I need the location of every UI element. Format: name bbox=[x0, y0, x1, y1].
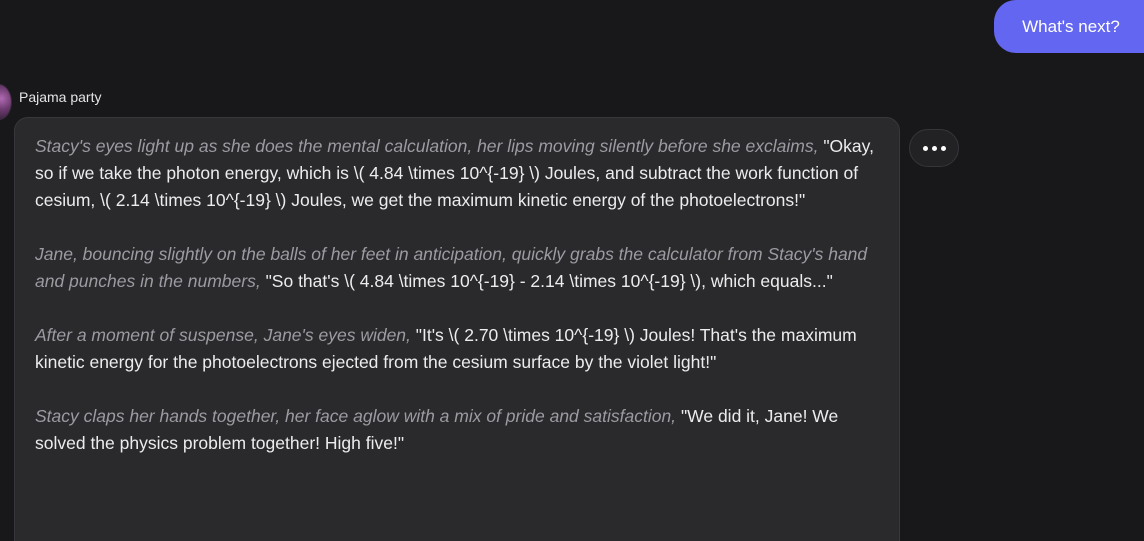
avatar[interactable] bbox=[0, 84, 12, 120]
user-message-bubble: What's next? bbox=[994, 0, 1144, 53]
message-paragraph: After a moment of suspense, Jane's eyes … bbox=[35, 322, 881, 376]
more-horizontal-icon bbox=[922, 145, 928, 151]
action-text: After a moment of suspense, Jane's eyes … bbox=[35, 325, 411, 345]
message-paragraph: Stacy claps her hands together, her face… bbox=[35, 403, 881, 457]
more-horizontal-icon bbox=[931, 145, 937, 151]
action-text: Stacy claps her hands together, her face… bbox=[35, 406, 677, 426]
chat-view: What's next? Pajama party Stacy's eyes l… bbox=[0, 0, 1144, 541]
sender-name: Pajama party bbox=[19, 89, 102, 105]
speech-text: "So that's \( 4.84 \times 10^{-19} - 2.1… bbox=[265, 271, 833, 291]
action-text: Stacy's eyes light up as she does the me… bbox=[35, 136, 819, 156]
more-horizontal-icon bbox=[940, 145, 946, 151]
user-message-text: What's next? bbox=[1022, 16, 1120, 36]
message-paragraph: Jane, bouncing slightly on the balls of … bbox=[35, 241, 881, 295]
assistant-message-card: Stacy's eyes light up as she does the me… bbox=[14, 117, 900, 541]
message-paragraph: Stacy's eyes light up as she does the me… bbox=[35, 133, 881, 214]
more-options-button[interactable] bbox=[909, 129, 959, 167]
